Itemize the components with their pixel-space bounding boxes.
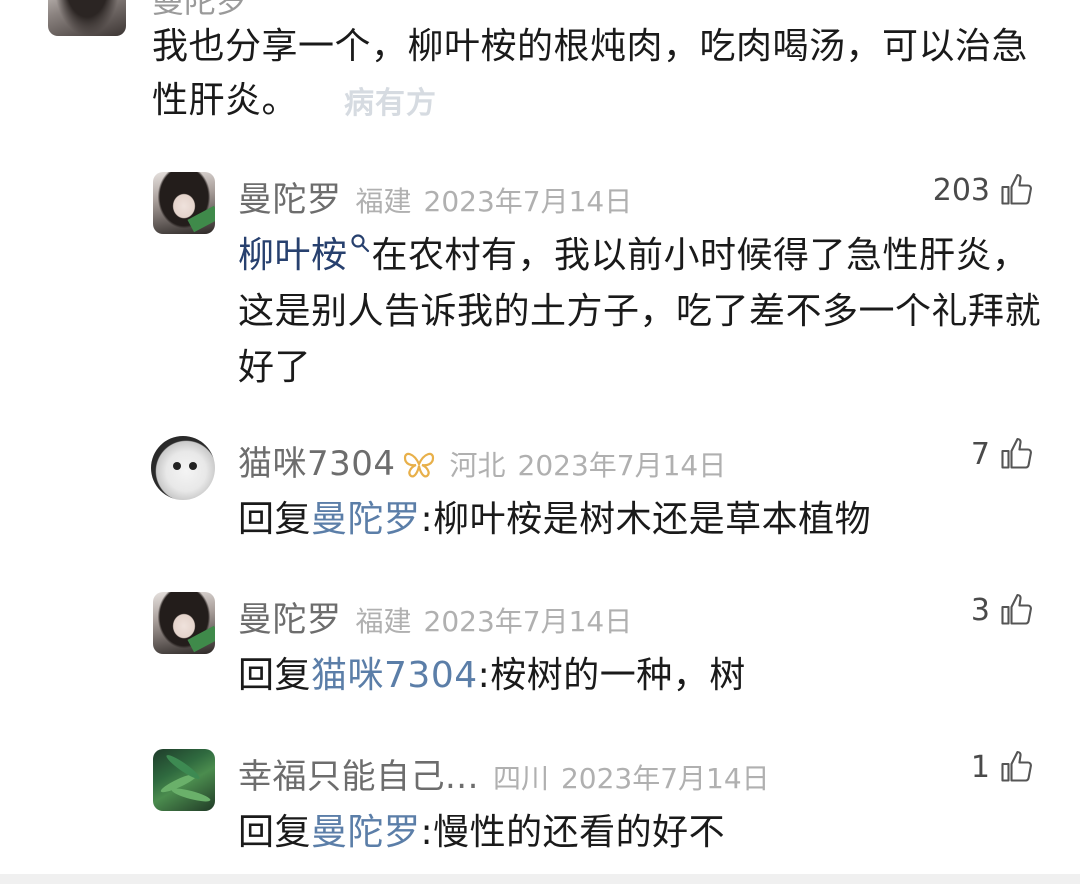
comment-text: 柳叶桉 在农村有，我以前小时候得了急性肝炎，这是别人告诉我的土方子，吃了差不多一个… xyxy=(238,228,1048,396)
thumbs-up-icon[interactable] xyxy=(998,592,1034,628)
avatar[interactable] xyxy=(48,0,126,36)
timestamp: 2023年7月14日 xyxy=(423,605,633,638)
like-count: 7 xyxy=(970,436,990,472)
watermark: 病有方 xyxy=(344,86,437,121)
like-button[interactable]: 1 xyxy=(971,749,1034,785)
like-count: 1 xyxy=(970,749,990,785)
username[interactable]: 曼陀罗 xyxy=(238,172,342,221)
region-label: 福建 xyxy=(355,605,412,638)
username[interactable]: 曼陀罗 xyxy=(238,592,342,641)
avatar[interactable] xyxy=(153,592,215,654)
keyword-link[interactable]: 柳叶桉 xyxy=(238,235,348,276)
username[interactable]: 幸福只能自己... xyxy=(238,749,479,798)
mention-link[interactable]: 曼陀罗 xyxy=(311,499,421,540)
timestamp: 2023年7月14日 xyxy=(560,762,770,795)
comment-text: 我也分享一个，柳叶桉的根炖肉，吃肉喝汤，可以治急性肝炎。 xyxy=(152,26,1029,121)
comment-text: 回复曼陀罗:慢性的还看的好不 xyxy=(238,805,1048,861)
region-label: 福建 xyxy=(355,185,412,218)
comment-body: :柳叶桉是树木还是草本植物 xyxy=(420,499,872,540)
comment-body: :慢性的还看的好不 xyxy=(420,812,726,853)
timestamp: 2023年7月14日 xyxy=(517,449,727,482)
like-count: 203 xyxy=(932,172,990,208)
reply-prefix: 回复 xyxy=(238,655,312,696)
bottom-divider xyxy=(0,874,1080,884)
reply-prefix: 回复 xyxy=(238,812,312,853)
like-button[interactable]: 7 xyxy=(971,436,1034,472)
region-label: 河北 xyxy=(449,449,506,482)
timestamp: 2023年7月14日 xyxy=(423,185,633,218)
butterfly-badge-icon xyxy=(403,452,434,478)
reply-prefix: 回复 xyxy=(238,499,312,540)
avatar[interactable] xyxy=(153,749,215,811)
thumbs-up-icon[interactable] xyxy=(998,172,1034,208)
like-count: 3 xyxy=(970,592,990,628)
thumbs-up-icon[interactable] xyxy=(998,749,1034,785)
avatar[interactable] xyxy=(151,436,215,500)
comment-body: :桉树的一种，树 xyxy=(477,655,746,696)
search-icon[interactable] xyxy=(348,231,372,255)
like-button[interactable]: 3 xyxy=(971,592,1034,628)
comment-body: 在农村有，我以前小时候得了急性肝炎，这是别人告诉我的土方子，吃了差不多一个礼拜就… xyxy=(238,235,1042,388)
avatar[interactable] xyxy=(153,172,215,234)
mention-link[interactable]: 曼陀罗 xyxy=(311,812,421,853)
comment-text: 回复猫咪7304:桉树的一种，树 xyxy=(238,648,1048,704)
like-button[interactable]: 203 xyxy=(933,172,1034,208)
region-label: 四川 xyxy=(492,762,549,795)
thumbs-up-icon[interactable] xyxy=(998,436,1034,472)
username[interactable]: 猫咪7304 xyxy=(238,436,396,485)
comment-text: 回复曼陀罗:柳叶桉是树木还是草本植物 xyxy=(238,492,1048,548)
mention-link[interactable]: 猫咪7304 xyxy=(311,655,478,696)
comment-thread: 曼陀罗 我也分享一个，柳叶桉的根炖肉，吃肉喝汤，可以治急性肝炎。 病有方 曼陀罗… xyxy=(0,0,1080,884)
username[interactable]: 曼陀罗 xyxy=(152,0,248,22)
